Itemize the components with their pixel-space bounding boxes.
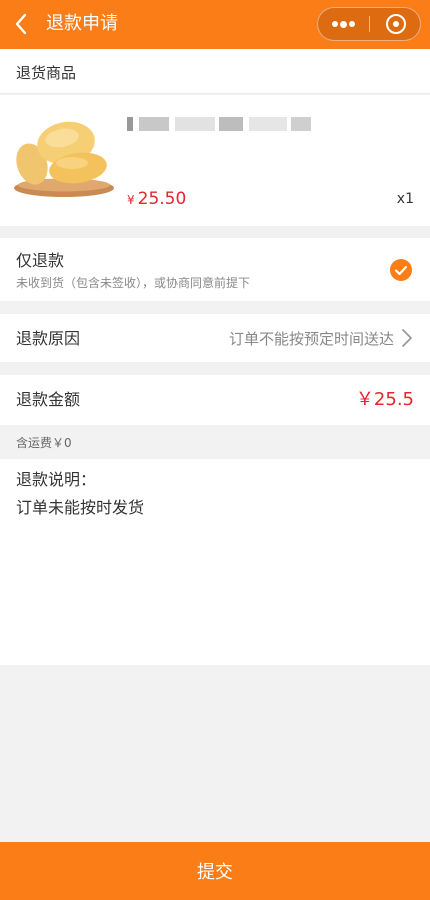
page-title: 退款申请 [46,13,118,34]
price-value: 25.50 [137,189,187,209]
nav-bar: 退款申请 [0,0,430,49]
refund-type-option[interactable]: 仅退款 未收到货（包含未签收），或协商同意前提下 [0,238,430,301]
reason-value: 订单不能按预定时间送达 [228,330,394,348]
reason-label: 退款原因 [16,329,81,348]
amount-label: 退款金额 [16,390,81,409]
goods-item[interactable]: ¥25.50 x1 [0,95,430,226]
submit-label: 提交 [197,862,233,882]
check-circle-icon[interactable] [390,259,412,281]
amount-value: ￥25.5 [355,389,414,410]
capsule-menu [317,7,421,41]
section-title: 退货商品 [16,64,77,82]
chevron-left-icon[interactable] [12,11,34,37]
product-name-obscured [127,115,313,131]
currency-symbol: ¥ [127,193,135,207]
refund-reason-row[interactable]: 退款原因 订单不能按预定时间送达 [0,314,430,362]
refund-type-description: 未收到货（包含未签收），或协商同意前提下 [16,276,251,290]
description-label: 退款说明： [16,470,97,489]
shipping-fee-note: 含运费￥0 [16,436,72,450]
more-dots-icon [332,20,355,28]
product-image [12,111,115,205]
submit-button[interactable]: 提交 [0,842,430,900]
product-quantity: x1 [396,191,414,207]
refund-type-title: 仅退款 [16,251,65,270]
goods-section-header: 退货商品 [0,49,430,94]
target-close-icon [386,14,406,34]
refund-amount-row: 退款金额 ￥25.5 [0,375,430,425]
chevron-right-icon [402,329,412,347]
more-button[interactable] [318,8,369,40]
refund-description-field[interactable]: 退款说明： 订单未能按时发货 [0,459,430,665]
description-text[interactable]: 订单未能按时发货 [16,497,144,518]
close-button[interactable] [370,8,421,40]
product-price: ¥25.50 [127,188,186,211]
